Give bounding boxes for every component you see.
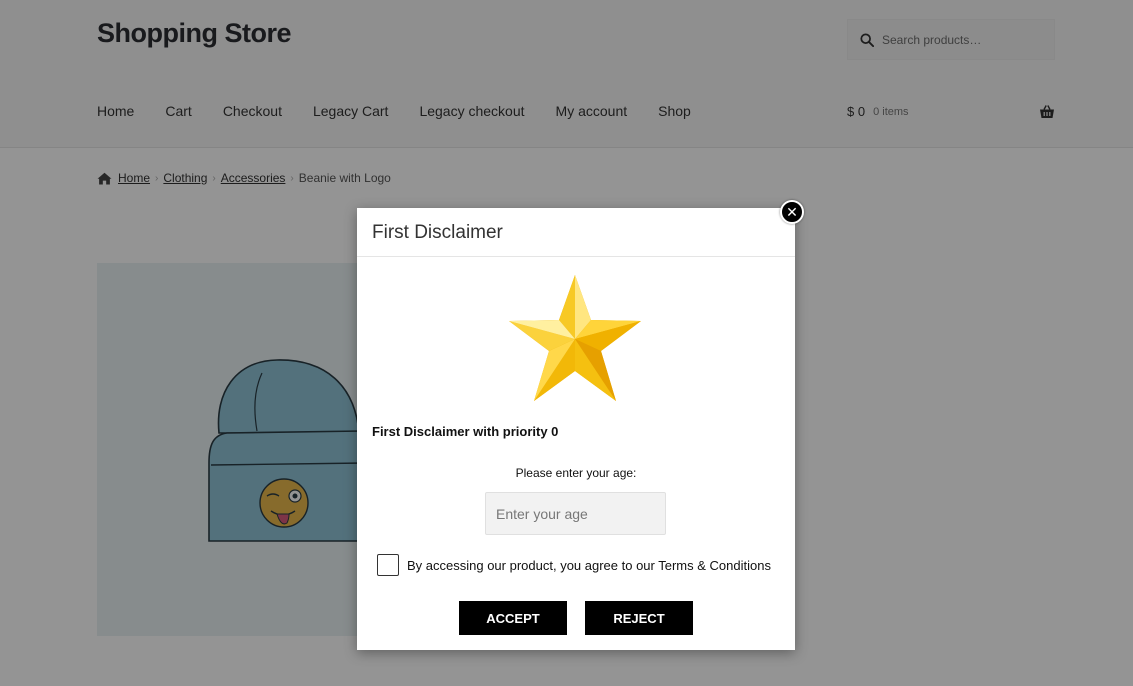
disclaimer-modal: First Disclaimer ✕ First Disclaimer with… — [357, 200, 804, 650]
disclaimer-text: First Disclaimer with priority 0 — [372, 424, 559, 439]
close-button[interactable]: ✕ — [780, 200, 804, 224]
age-label: Please enter your age: — [515, 466, 637, 480]
reject-button[interactable]: REJECT — [585, 601, 693, 635]
close-icon: ✕ — [786, 204, 798, 220]
age-input[interactable] — [485, 492, 666, 535]
terms-row: By accessing our product, you agree to o… — [377, 554, 771, 576]
modal-header: First Disclaimer — [357, 208, 795, 257]
terms-text: By accessing our product, you agree to o… — [407, 557, 771, 573]
terms-checkbox[interactable] — [377, 554, 399, 576]
modal-title: First Disclaimer — [372, 222, 503, 243]
accept-button[interactable]: ACCEPT — [459, 601, 567, 635]
star-icon — [507, 273, 643, 405]
